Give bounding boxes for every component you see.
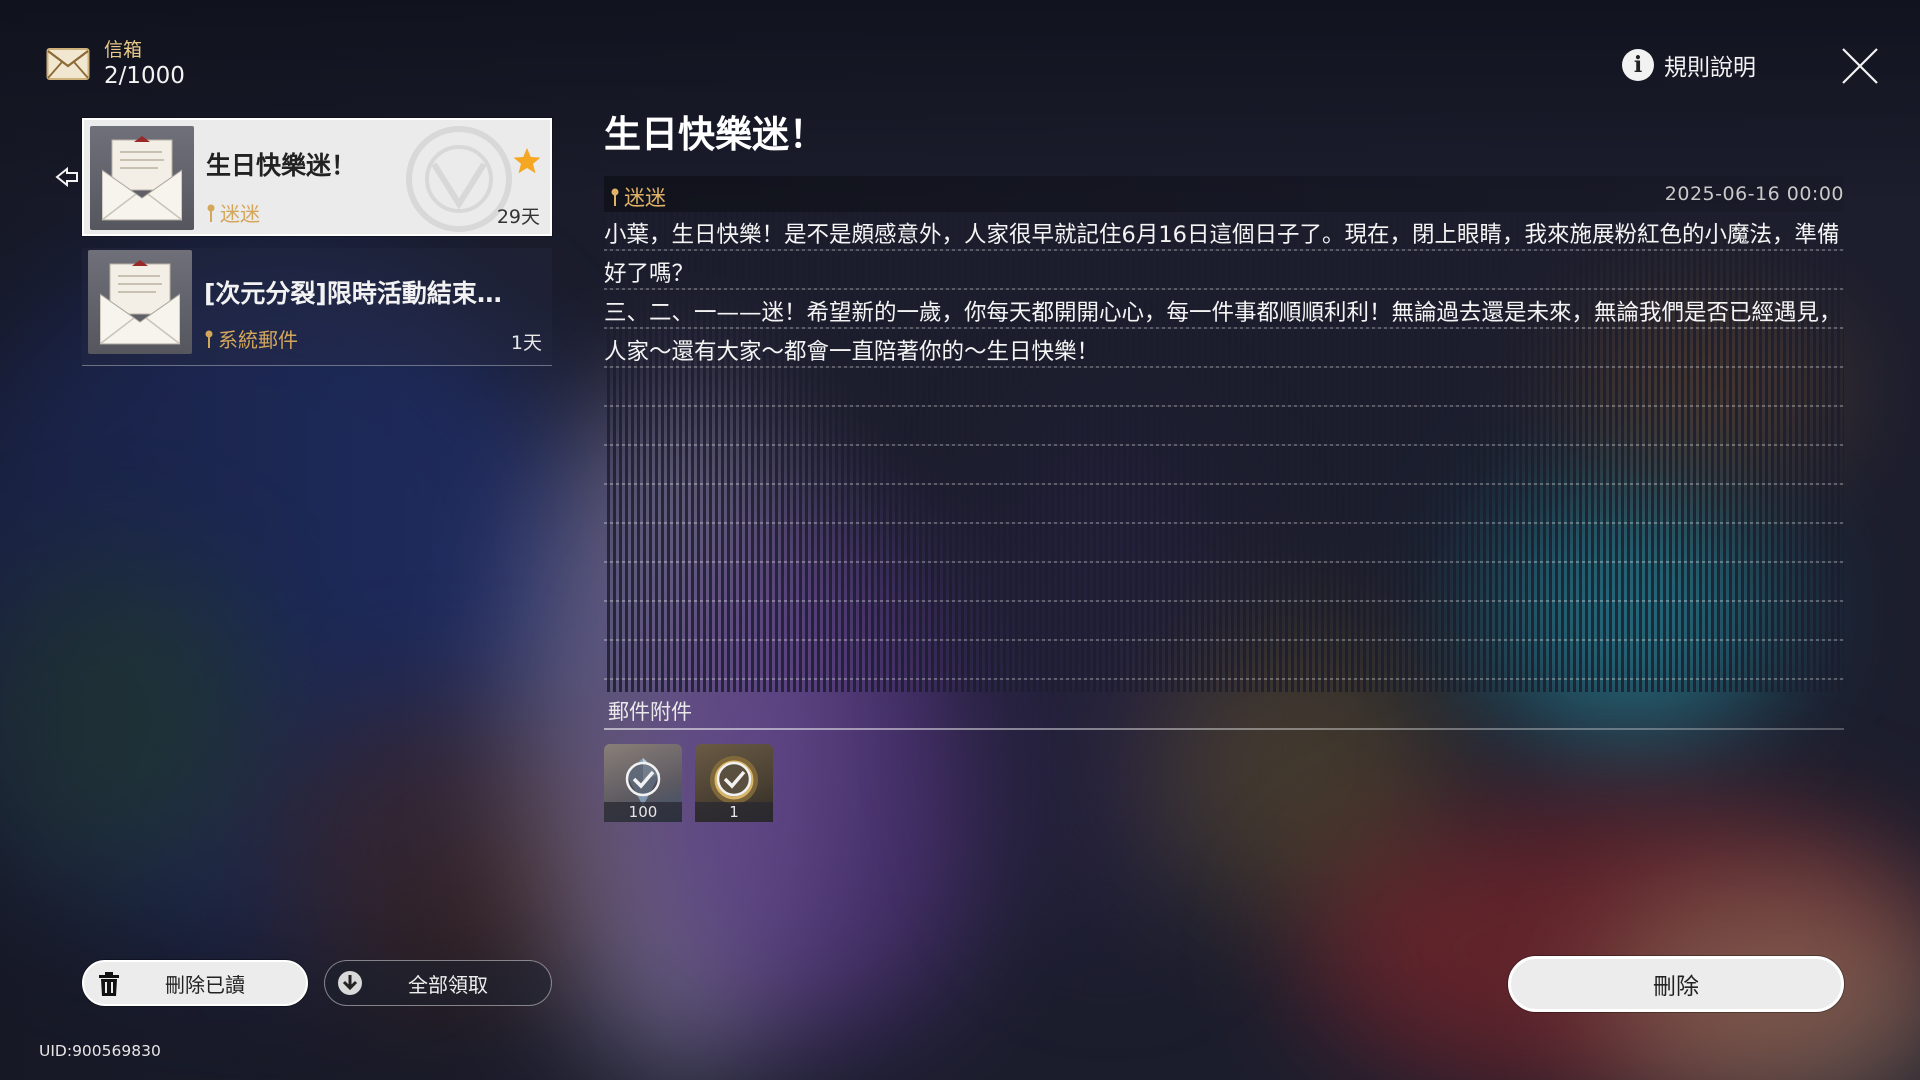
trash-icon — [99, 972, 119, 996]
mail-item-sender: 迷迷 — [206, 198, 260, 227]
mailbox-count: 2/1000 — [104, 63, 185, 89]
star-icon[interactable] — [512, 146, 542, 176]
mail-list-item[interactable]: 生日快樂迷！ 迷迷 29天 — [82, 118, 552, 236]
download-icon — [338, 971, 362, 995]
mail-body: 小葉，生日快樂！是不是頗感意外，人家很早就記住6月16日這個日子了。現在，閉上眼… — [604, 216, 1844, 372]
attachment-quantity: 100 — [604, 802, 682, 822]
attachment-quantity: 1 — [695, 802, 773, 822]
mail-paragraph: 小葉，生日快樂！是不是頗感意外，人家很早就記住6月16日這個日子了。現在，閉上眼… — [604, 222, 1840, 287]
claim-all-button[interactable]: 全部領取 — [324, 960, 552, 1006]
info-icon: i — [1622, 49, 1654, 81]
mail-list-item[interactable]: [次元分裂]限時活動結束… 系統郵件 1天 — [82, 248, 552, 366]
mail-item-days-left: 1天 — [510, 332, 542, 354]
pin-icon — [207, 204, 215, 222]
mail-paragraph: 三、二、一——迷！希望新的一歲，你每天都開開心心，每一件事都順順利利！無論過去還… — [604, 300, 1842, 365]
mail-item-sender-name: 迷迷 — [220, 202, 260, 226]
delete-button[interactable]: 刪除 — [1508, 956, 1844, 1012]
mail-item-days-left: 29天 — [496, 206, 540, 228]
mail-item-sender-name: 系統郵件 — [218, 328, 298, 352]
envelope-icon — [46, 48, 90, 80]
attachments-divider — [604, 728, 1844, 730]
uid-label: UID:900569830 — [39, 1042, 161, 1060]
mail-sender: 迷迷 — [610, 182, 666, 212]
claimed-check-icon — [625, 761, 661, 797]
pin-icon — [205, 330, 213, 348]
letter-icon — [102, 136, 182, 221]
pin-icon — [611, 188, 619, 206]
delete-read-button[interactable]: 刪除已讀 — [82, 960, 308, 1006]
mail-date: 2025-06-16 00:00 — [1664, 183, 1844, 205]
claimed-check-icon — [716, 761, 752, 797]
mail-thumbnail — [90, 126, 194, 230]
close-icon[interactable] — [1840, 46, 1880, 86]
mail-item-title: 生日快樂迷！ — [206, 151, 357, 180]
attachments-label: 郵件附件 — [608, 700, 692, 724]
rules-label: 規則說明 — [1664, 55, 1756, 81]
attachment-item[interactable]: 100 — [604, 744, 682, 822]
selection-arrow-icon — [55, 166, 78, 188]
mail-item-sender: 系統郵件 — [204, 324, 298, 353]
mail-item-title: [次元分裂]限時活動結束… — [204, 279, 502, 308]
mailbox-header: 信箱 2/1000 — [46, 38, 185, 90]
rules-button[interactable]: i 規則說明 — [1622, 48, 1756, 82]
mailbox-label: 信箱 — [104, 39, 143, 61]
mail-meta-bar: 迷迷 2025-06-16 00:00 — [604, 176, 1844, 212]
letter-icon — [100, 260, 180, 345]
mail-thumbnail — [88, 250, 192, 354]
attachment-item[interactable]: 1 — [695, 744, 773, 822]
mail-sender-name: 迷迷 — [624, 186, 666, 210]
mail-title: 生日快樂迷！ — [604, 113, 826, 156]
